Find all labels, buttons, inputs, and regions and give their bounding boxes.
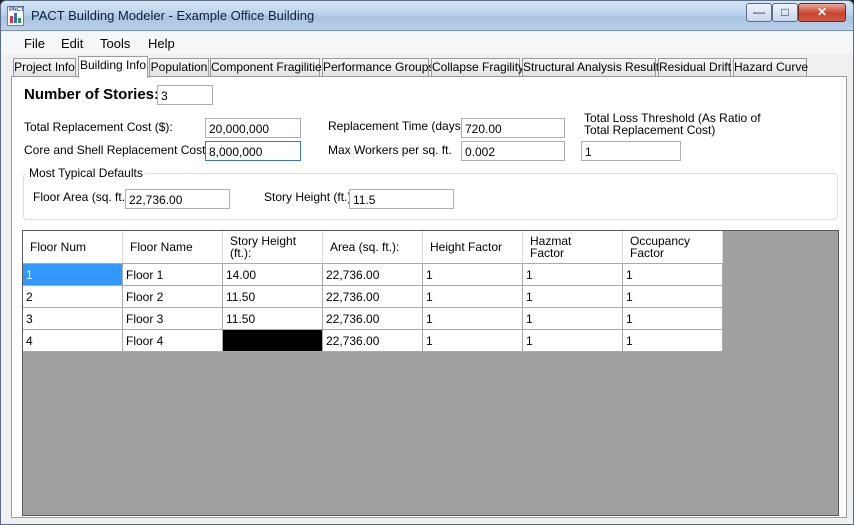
tab-strip: Project Info Building Info Population Co…: [2, 56, 853, 78]
minimize-button[interactable]: —: [746, 3, 772, 22]
table-row[interactable]: 3 Floor 3 11.50 22,736.00 1 1 1: [23, 308, 723, 330]
title-bar: PACT PACT Building Modeler - Example Off…: [1, 1, 853, 31]
tab-building-info[interactable]: Building Info: [78, 56, 148, 78]
close-button[interactable]: ✕: [798, 3, 846, 22]
total-cost-label: Total Replacement Cost ($):: [24, 120, 173, 134]
cell-height-factor[interactable]: 1: [423, 308, 523, 330]
max-workers-input[interactable]: 0.002: [461, 141, 565, 161]
cell-story-height[interactable]: [223, 330, 323, 352]
cell-area[interactable]: 22,736.00: [323, 264, 423, 286]
menu-tools[interactable]: Tools: [100, 36, 130, 51]
table-row[interactable]: 1 Floor 1 14.00 22,736.00 1 1 1: [23, 264, 723, 286]
cell-floor-name[interactable]: Floor 3: [123, 308, 223, 330]
floor-area-label: Floor Area (sq. ft.):: [33, 190, 133, 204]
menu-bar: File Edit Tools Help: [2, 32, 853, 54]
header-floor-num[interactable]: Floor Num: [23, 231, 123, 264]
cell-occupancy-factor[interactable]: 1: [623, 330, 723, 352]
tab-population[interactable]: Population: [149, 58, 209, 77]
typical-defaults-legend: Most Typical Defaults: [26, 166, 146, 180]
floor-area-input[interactable]: 22,736.00: [125, 189, 230, 209]
header-floor-name[interactable]: Floor Name: [123, 231, 223, 264]
header-story-height[interactable]: Story Height (ft.):: [223, 231, 323, 264]
cell-floor-num[interactable]: 2: [23, 286, 123, 308]
header-hazmat-factor[interactable]: Hazmat Factor: [523, 231, 623, 264]
cell-floor-name[interactable]: Floor 1: [123, 264, 223, 286]
close-icon: ✕: [816, 5, 828, 19]
cell-area[interactable]: 22,736.00: [323, 308, 423, 330]
cell-area[interactable]: 22,736.00: [323, 330, 423, 352]
cell-hazmat-factor[interactable]: 1: [523, 330, 623, 352]
story-height-input[interactable]: 11.5: [349, 189, 454, 209]
loss-threshold-label-2: Total Replacement Cost): [584, 123, 716, 137]
replacement-time-input[interactable]: 720.00: [461, 118, 565, 138]
stories-label: Number of Stories:: [24, 86, 160, 103]
total-cost-input[interactable]: 20,000,000: [205, 118, 301, 138]
table-row[interactable]: 2 Floor 2 11.50 22,736.00 1 1 1: [23, 286, 723, 308]
cell-hazmat-factor[interactable]: 1: [523, 286, 623, 308]
cell-area[interactable]: 22,736.00: [323, 286, 423, 308]
pact-app-icon: PACT: [7, 6, 24, 26]
header-height-factor[interactable]: Height Factor: [423, 231, 523, 264]
header-area[interactable]: Area (sq. ft.):: [323, 231, 423, 264]
tab-hazard-curve[interactable]: Hazard Curve: [733, 58, 808, 77]
tab-project-info[interactable]: Project Info: [13, 58, 76, 77]
table-row[interactable]: 4 Floor 4 22,736.00 1 1 1: [23, 330, 723, 352]
cell-floor-num[interactable]: 4: [23, 330, 123, 352]
tab-structural-analysis-results[interactable]: Structural Analysis Results: [522, 58, 665, 77]
cell-occupancy-factor[interactable]: 1: [623, 264, 723, 286]
replacement-time-label: Replacement Time (days):: [328, 119, 469, 133]
story-height-label: Story Height (ft.):: [264, 190, 355, 204]
stories-input[interactable]: 3: [157, 85, 213, 105]
cell-floor-name[interactable]: Floor 4: [123, 330, 223, 352]
loss-threshold-input[interactable]: 1: [581, 141, 681, 161]
tab-collapse-fragility[interactable]: Collapse Fragility: [431, 58, 524, 77]
core-cost-input[interactable]: 8,000,000: [205, 141, 301, 161]
core-cost-label: Core and Shell Replacement Cost ($):: [24, 143, 227, 157]
header-occupancy-factor[interactable]: Occupancy Factor: [623, 231, 723, 264]
maximize-icon: □: [781, 5, 789, 19]
cell-floor-num[interactable]: 1: [23, 264, 123, 286]
window-title: PACT Building Modeler - Example Office B…: [31, 8, 315, 23]
cell-occupancy-factor[interactable]: 1: [623, 286, 723, 308]
max-workers-label: Max Workers per sq. ft.: [328, 143, 452, 157]
floors-grid: Floor Num Floor Name Story Height (ft.): Are…: [22, 230, 839, 516]
menu-edit[interactable]: Edit: [61, 36, 83, 51]
cell-height-factor[interactable]: 1: [423, 330, 523, 352]
cell-floor-num[interactable]: 3: [23, 308, 123, 330]
cell-hazmat-factor[interactable]: 1: [523, 308, 623, 330]
maximize-button[interactable]: □: [772, 3, 798, 22]
cell-story-height[interactable]: 14.00: [223, 264, 323, 286]
menu-file[interactable]: File: [24, 36, 45, 51]
building-info-panel: Number of Stories: 3 Total Replacement C…: [11, 76, 847, 518]
tab-component-fragilities[interactable]: Component Fragilities: [210, 58, 328, 77]
cell-story-height[interactable]: 11.50: [223, 308, 323, 330]
cell-occupancy-factor[interactable]: 1: [623, 308, 723, 330]
tab-residual-drift[interactable]: Residual Drift: [658, 58, 731, 77]
minimize-icon: —: [753, 5, 765, 19]
grid-header-row: Floor Num Floor Name Story Height (ft.): Are…: [23, 231, 723, 264]
cell-story-height[interactable]: 11.50: [223, 286, 323, 308]
cell-height-factor[interactable]: 1: [423, 286, 523, 308]
app-window: PACT PACT Building Modeler - Example Off…: [0, 0, 854, 525]
tab-performance-groups[interactable]: Performance Groups: [322, 58, 434, 77]
cell-height-factor[interactable]: 1: [423, 264, 523, 286]
cell-floor-name[interactable]: Floor 2: [123, 286, 223, 308]
menu-help[interactable]: Help: [148, 36, 175, 51]
cell-hazmat-factor[interactable]: 1: [523, 264, 623, 286]
